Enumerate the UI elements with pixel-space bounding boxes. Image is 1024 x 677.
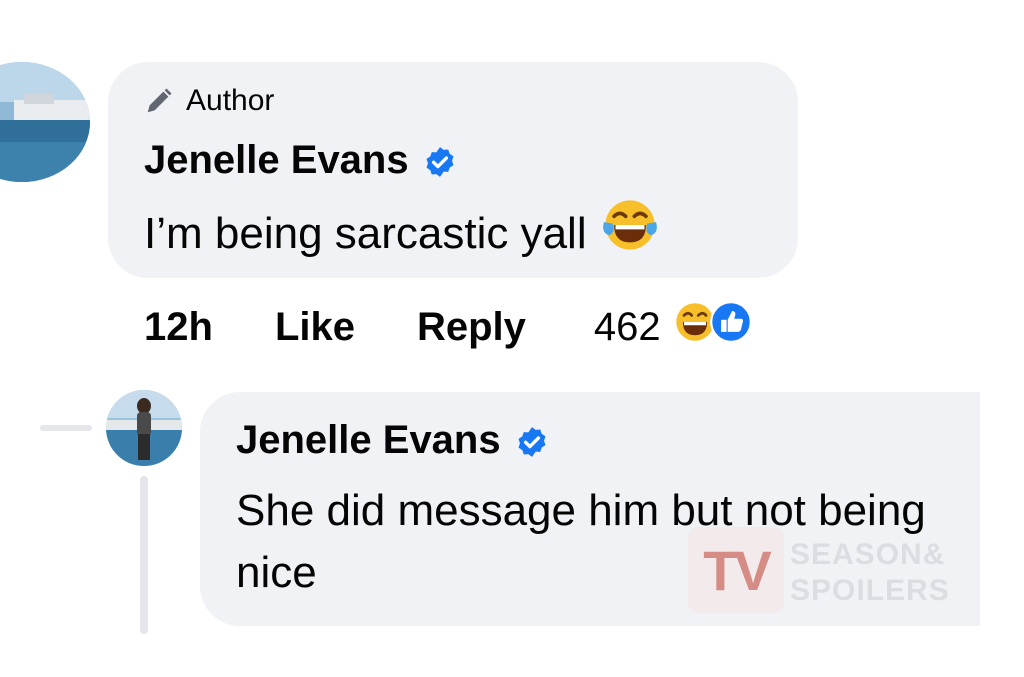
reaction-count[interactable]: 462 bbox=[594, 305, 661, 350]
thread-line bbox=[140, 476, 148, 634]
comment-text: I’m being sarcastic yall bbox=[144, 196, 659, 271]
reaction-icons[interactable] bbox=[673, 300, 753, 354]
avatar[interactable] bbox=[0, 62, 90, 182]
comment-author-name[interactable]: Jenelle Evans bbox=[144, 138, 457, 183]
verified-badge-icon bbox=[423, 144, 457, 178]
comment-bubble: Author Jenelle Evans I’m being sarcastic… bbox=[108, 62, 798, 278]
author-badge-label: Author bbox=[186, 84, 275, 117]
like-emoji-icon bbox=[709, 300, 753, 354]
watermark-line-1: SEASON& bbox=[790, 538, 946, 571]
comment-timestamp[interactable]: 12h bbox=[144, 305, 213, 350]
reply-author-name[interactable]: Jenelle Evans bbox=[236, 418, 549, 463]
thread-connector bbox=[40, 425, 92, 431]
reply-avatar[interactable] bbox=[106, 390, 182, 466]
watermark-tv-mark: TV bbox=[688, 527, 784, 613]
watermark-logo: TV SEASON& SPOILERS bbox=[682, 527, 982, 619]
reply-button[interactable]: Reply bbox=[417, 305, 526, 350]
author-name-text[interactable]: Jenelle Evans bbox=[144, 138, 409, 183]
verified-badge-icon bbox=[515, 424, 549, 458]
pencil-icon bbox=[147, 88, 172, 113]
author-badge: Author bbox=[144, 84, 274, 118]
comment-text-body: I’m being sarcastic yall bbox=[144, 208, 587, 258]
comment-actions: 12h Like Reply 462 bbox=[144, 300, 753, 354]
tears-of-joy-icon bbox=[601, 196, 659, 271]
reply-author-name-text[interactable]: Jenelle Evans bbox=[236, 418, 501, 463]
watermark-line-2: SPOILERS bbox=[790, 574, 950, 607]
watermark-text: SEASON& SPOILERS bbox=[790, 537, 950, 609]
like-button[interactable]: Like bbox=[275, 305, 355, 350]
